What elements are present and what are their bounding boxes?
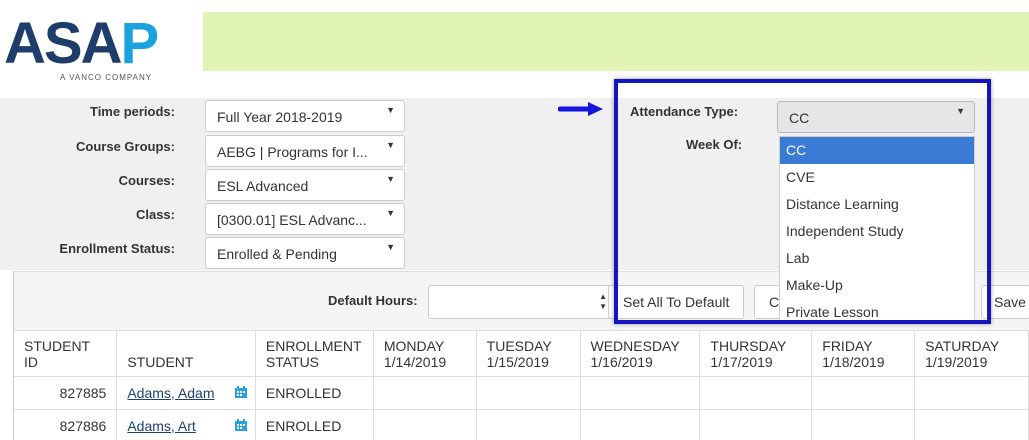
attendance-type-select[interactable]: CC ▼	[777, 101, 975, 133]
table-header-row: STUDENT ID STUDENT ENROLLMENT STATUS MOND…	[14, 331, 1029, 377]
attendance-cell[interactable]	[811, 409, 916, 440]
col-header-student: STUDENT	[116, 331, 256, 377]
class-select[interactable]: [0300.01] ESL Advanc... ▼	[205, 203, 405, 235]
enrollment-status-label: Enrollment Status:	[59, 241, 175, 256]
caret-down-icon: ▼	[386, 105, 395, 115]
student-name-cell: Adams, Art	[116, 409, 256, 440]
table-row: 827886 Adams, Art ENROLLED	[14, 409, 1029, 440]
attendance-type-dropdown: CC CVE Distance Learning Independent Stu…	[779, 136, 975, 322]
col-header-friday: FRIDAY 1/18/2019	[811, 331, 916, 377]
col-header-monday: MONDAY 1/14/2019	[373, 331, 477, 377]
calendar-icon[interactable]	[234, 385, 247, 398]
spinner-icon[interactable]: ▲ ▼	[599, 292, 607, 312]
caret-down-icon: ▼	[386, 174, 395, 184]
col-header-saturday: SATURDAY 1/19/2019	[914, 331, 1029, 377]
attendance-cell[interactable]	[476, 409, 581, 440]
calendar-icon[interactable]	[234, 418, 247, 431]
dropdown-option-cc[interactable]: CC	[780, 137, 974, 164]
student-link[interactable]: Adams, Art	[127, 418, 195, 434]
save-button[interactable]: Save	[981, 285, 1029, 319]
set-all-to-default-button[interactable]: Set All To Default	[608, 285, 745, 319]
attendance-cell[interactable]	[476, 376, 581, 410]
attendance-cell[interactable]	[811, 376, 916, 410]
attendance-cell[interactable]	[580, 376, 701, 410]
table-row: 827885 Adams, Adam ENROLLED	[14, 376, 1029, 410]
enrollment-status-select[interactable]: Enrolled & Pending ▼	[205, 237, 405, 269]
caret-down-icon: ▼	[386, 242, 395, 252]
dropdown-option-make-up[interactable]: Make-Up	[780, 272, 974, 299]
right-arrow-icon	[558, 102, 603, 116]
asap-logo: ASAP A VANCO COMPANY	[4, 14, 174, 86]
attendance-cell[interactable]	[699, 376, 813, 410]
dropdown-option-private-lesson[interactable]: Private Lesson	[780, 299, 974, 321]
student-id-cell: 827886	[14, 409, 118, 440]
default-hours-input[interactable]: ▲ ▼	[428, 285, 614, 319]
courses-label: Courses:	[118, 173, 175, 188]
attendance-table: STUDENT ID STUDENT ENROLLMENT STATUS MOND…	[14, 331, 1029, 440]
col-header-wednesday: WEDNESDAY 1/16/2019	[580, 331, 701, 377]
col-header-enrollment-status: ENROLLMENT STATUS	[255, 331, 374, 377]
enrollment-status-cell: ENROLLED	[255, 376, 374, 410]
caret-down-icon: ▼	[956, 106, 965, 116]
class-label: Class:	[135, 207, 175, 222]
student-name-cell: Adams, Adam	[116, 376, 256, 410]
time-periods-select[interactable]: Full Year 2018-2019 ▼	[205, 100, 405, 132]
attendance-cell[interactable]	[914, 409, 1029, 440]
col-header-student-id: STUDENT ID	[14, 331, 118, 377]
dropdown-option-lab[interactable]: Lab	[780, 245, 974, 272]
default-hours-label: Default Hours:	[328, 293, 418, 308]
enrollment-status-cell: ENROLLED	[255, 409, 374, 440]
attendance-cell[interactable]	[914, 376, 1029, 410]
course-groups-select[interactable]: AEBG | Programs for I... ▼	[205, 135, 405, 167]
student-id-cell: 827885	[14, 376, 118, 410]
course-groups-label: Course Groups:	[76, 139, 175, 154]
attendance-cell[interactable]	[373, 409, 477, 440]
time-periods-label: Time periods:	[89, 104, 175, 119]
col-header-thursday: THURSDAY 1/17/2019	[699, 331, 813, 377]
attendance-type-label: Attendance Type:	[630, 104, 739, 119]
caret-down-icon: ▼	[386, 208, 395, 218]
dropdown-option-cve[interactable]: CVE	[780, 164, 974, 191]
dropdown-option-distance-learning[interactable]: Distance Learning	[780, 191, 974, 218]
attendance-cell[interactable]	[373, 376, 477, 410]
attendance-cell[interactable]	[580, 409, 701, 440]
courses-select[interactable]: ESL Advanced ▼	[205, 169, 405, 201]
dropdown-option-independent-study[interactable]: Independent Study	[780, 218, 974, 245]
logo-wordmark: ASAP	[4, 11, 159, 76]
student-link[interactable]: Adams, Adam	[127, 385, 214, 401]
caret-down-icon: ▼	[386, 140, 395, 150]
header-banner	[203, 12, 1029, 71]
col-header-tuesday: TUESDAY 1/15/2019	[476, 331, 581, 377]
week-of-label: Week Of:	[686, 137, 743, 152]
logo-subtitle: A VANCO COMPANY	[60, 73, 153, 82]
attendance-cell[interactable]	[699, 409, 813, 440]
